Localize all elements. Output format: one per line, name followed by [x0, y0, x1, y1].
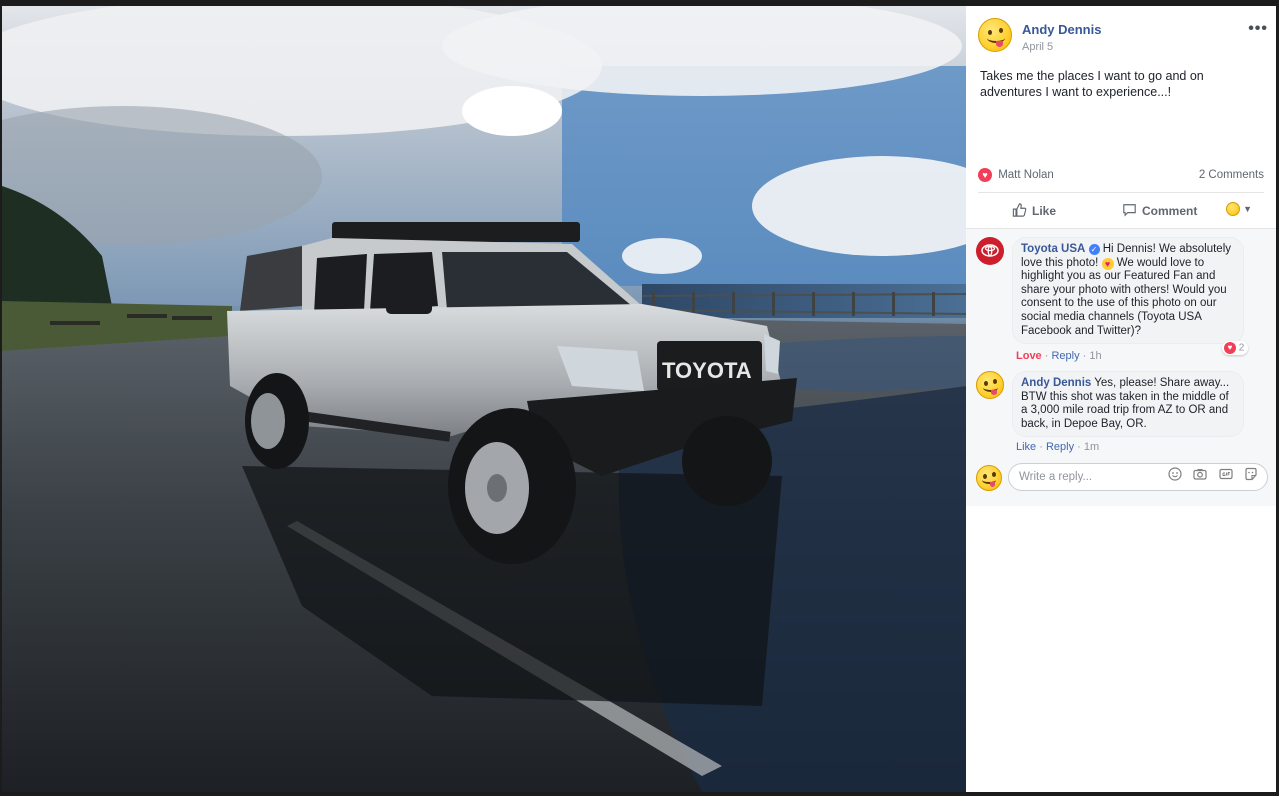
love-reaction-icon: ♥: [1224, 342, 1236, 354]
camera-icon[interactable]: [1193, 467, 1207, 481]
comments-section: Toyota USA ✓ Hi Dennis! We absolutely lo…: [966, 228, 1276, 506]
comment-reply-link[interactable]: Reply: [1046, 441, 1074, 453]
comment-like-link[interactable]: Like: [1016, 441, 1036, 453]
comment-reply-link[interactable]: Reply: [1051, 350, 1079, 362]
like-button[interactable]: Like: [1012, 203, 1056, 218]
more-options-icon[interactable]: •••: [1248, 20, 1268, 38]
truck-photo-illustration: TOYOTA: [2, 6, 966, 792]
comment-timestamp[interactable]: 1m: [1084, 441, 1099, 453]
chevron-down-icon: ▼: [1243, 203, 1252, 214]
toyota-logo-icon: [981, 244, 999, 257]
post-author-name[interactable]: Andy Dennis: [1022, 22, 1101, 37]
post-date[interactable]: April 5: [1022, 41, 1053, 53]
love-reaction-icon[interactable]: ♥: [978, 168, 992, 182]
reply-placeholder: Write a reply...: [1019, 471, 1093, 483]
reactions-bar: ♥ Matt Nolan 2 Comments: [978, 168, 1264, 186]
heart-eyes-emoji-icon: ♥: [1101, 257, 1114, 270]
sticker-icon[interactable]: [1244, 467, 1258, 481]
page-avatar-icon: [1225, 201, 1240, 216]
comment-icon: [1123, 204, 1136, 217]
reaction-selector[interactable]: ▼: [1225, 201, 1252, 216]
like-label: Like: [1032, 204, 1057, 218]
comment-meta: Love · Reply · 1h: [1016, 350, 1102, 362]
comment-reaction-count[interactable]: ♥ 2: [1222, 341, 1249, 355]
comment-author-name[interactable]: Toyota USA: [1021, 243, 1085, 255]
reply-row: Write a reply...: [976, 461, 1268, 495]
grille-text: TOYOTA: [662, 358, 752, 383]
comment-author-name[interactable]: Andy Dennis: [1021, 377, 1091, 389]
comment-reaction-count-value: 2: [1238, 342, 1245, 354]
comment-item: Andy Dennis Yes, please! Share away... B…: [976, 371, 1266, 455]
post-text: Takes me the places I want to go and on …: [980, 69, 1204, 99]
author-avatar[interactable]: [978, 18, 1012, 52]
post-header: Andy Dennis April 5 •••: [978, 18, 1268, 58]
verified-badge-icon: ✓: [1088, 244, 1100, 255]
post-photo[interactable]: TOYOTA: [2, 6, 966, 792]
comment-bubble: Toyota USA ✓ Hi Dennis! We absolutely lo…: [1012, 237, 1244, 345]
commenter-avatar[interactable]: [976, 371, 1004, 399]
gif-icon[interactable]: [1218, 467, 1233, 481]
toyota-avatar[interactable]: [976, 237, 1004, 265]
comment-count-link[interactable]: 2 Comments: [1199, 169, 1264, 181]
emoji-icon[interactable]: [1168, 467, 1182, 481]
comment-item: Toyota USA ✓ Hi Dennis! We absolutely lo…: [976, 237, 1266, 363]
comment-love-link[interactable]: Love: [1016, 350, 1042, 362]
comment-button[interactable]: Comment: [1122, 203, 1197, 218]
reactor-name[interactable]: Matt Nolan: [998, 169, 1054, 181]
post-side-panel: Andy Dennis April 5 ••• Takes me the pla…: [966, 6, 1276, 792]
comment-label: Comment: [1142, 204, 1198, 218]
reply-input-tools: [1161, 467, 1258, 486]
comment-timestamp[interactable]: 1h: [1089, 350, 1101, 362]
current-user-avatar: [976, 465, 1002, 491]
comment-bubble: Andy Dennis Yes, please! Share away... B…: [1012, 371, 1244, 438]
comment-meta: Like · Reply · 1m: [1016, 441, 1100, 453]
action-bar: Like Comment ▼: [978, 192, 1264, 228]
thumbs-up-icon: [1012, 203, 1027, 217]
